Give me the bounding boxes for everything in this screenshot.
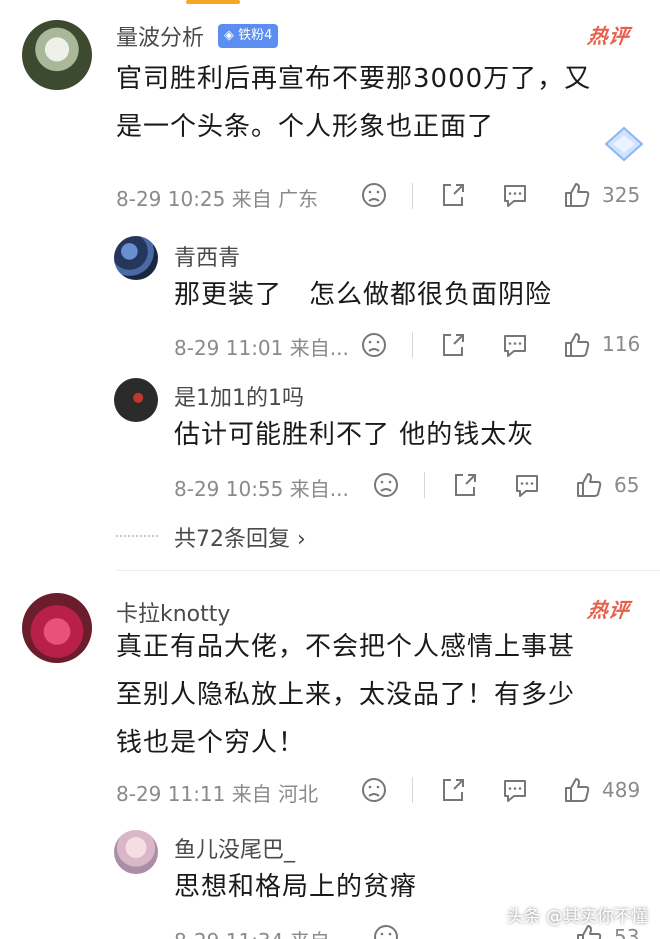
- dislike-icon[interactable]: [359, 330, 389, 360]
- share-icon[interactable]: [450, 470, 480, 500]
- dislike-icon[interactable]: [371, 470, 401, 500]
- comment-text-line: 至别人隐私放上来，太没品了！有多少: [116, 680, 576, 710]
- like-count: 53: [614, 925, 640, 939]
- comment-meta: 8-29 10:25 来自 广东: [116, 187, 319, 211]
- dislike-icon[interactable]: [359, 180, 389, 210]
- like-icon[interactable]: [562, 180, 592, 210]
- comment-icon[interactable]: [500, 330, 530, 360]
- hot-comment-badge: 热评: [586, 598, 632, 622]
- reply-meta: 8-29 11:01 来自...: [174, 336, 349, 360]
- like-icon[interactable]: [562, 330, 592, 360]
- share-icon[interactable]: [438, 775, 468, 805]
- comment-text-line: 钱也是个穷人！: [116, 728, 306, 758]
- fan-badge[interactable]: ◈ 铁粉4: [218, 24, 279, 48]
- username[interactable]: 是1加1的1吗: [174, 380, 304, 412]
- avatar[interactable]: [114, 830, 158, 874]
- dislike-icon[interactable]: [371, 922, 401, 939]
- reply-meta: 8-29 10:55 来自...: [174, 477, 349, 501]
- reply-text: 思想和格局上的贫瘠: [174, 872, 418, 902]
- avatar[interactable]: [114, 378, 158, 422]
- comment-icon[interactable]: [500, 180, 530, 210]
- like-count: 116: [602, 332, 641, 356]
- divider: [116, 570, 660, 571]
- like-count: 65: [614, 473, 640, 497]
- comment-text-line: 官司胜利后再宣布不要那3000万了，又: [116, 64, 592, 94]
- expand-replies-link[interactable]: 共72条回复 ›: [174, 521, 306, 553]
- share-icon[interactable]: [438, 180, 468, 210]
- avatar[interactable]: [114, 236, 158, 280]
- like-count: 489: [602, 778, 641, 802]
- username[interactable]: 量波分析: [116, 20, 204, 52]
- diamond-sticker-icon: [604, 126, 644, 166]
- comment-icon[interactable]: [512, 470, 542, 500]
- separator: [412, 777, 413, 803]
- like-count: 325: [602, 183, 641, 207]
- comment-icon[interactable]: [500, 775, 530, 805]
- reply-text: 估计可能胜利不了 他的钱太灰: [174, 420, 535, 450]
- share-icon[interactable]: [438, 330, 468, 360]
- like-icon[interactable]: [562, 775, 592, 805]
- hot-comment-badge: 热评: [586, 24, 632, 48]
- dislike-icon[interactable]: [359, 775, 389, 805]
- comment-text-line: 是一个头条。个人形象也正面了: [116, 112, 495, 142]
- watermark: 头条 @其实你不懂: [506, 907, 648, 927]
- like-icon[interactable]: [574, 470, 604, 500]
- active-indicator: [186, 0, 240, 4]
- top-strip: [0, 0, 660, 6]
- comment-meta: 8-29 11:11 来自 河北: [116, 782, 319, 806]
- separator: [412, 332, 413, 358]
- avatar[interactable]: [22, 593, 92, 663]
- avatar[interactable]: [22, 20, 92, 90]
- separator: [424, 472, 425, 498]
- reply-text: 那更装了 怎么做都很负面阴险: [174, 280, 553, 310]
- username[interactable]: 青西青: [174, 240, 240, 272]
- username[interactable]: 鱼儿没尾巴_: [174, 832, 295, 864]
- reply-meta: 8-29 11:34 来自...: [174, 925, 349, 939]
- comment-text-line: 真正有品大佬，不会把个人感情上事甚: [116, 632, 576, 662]
- dotted-connector: [116, 535, 158, 537]
- separator: [412, 183, 413, 209]
